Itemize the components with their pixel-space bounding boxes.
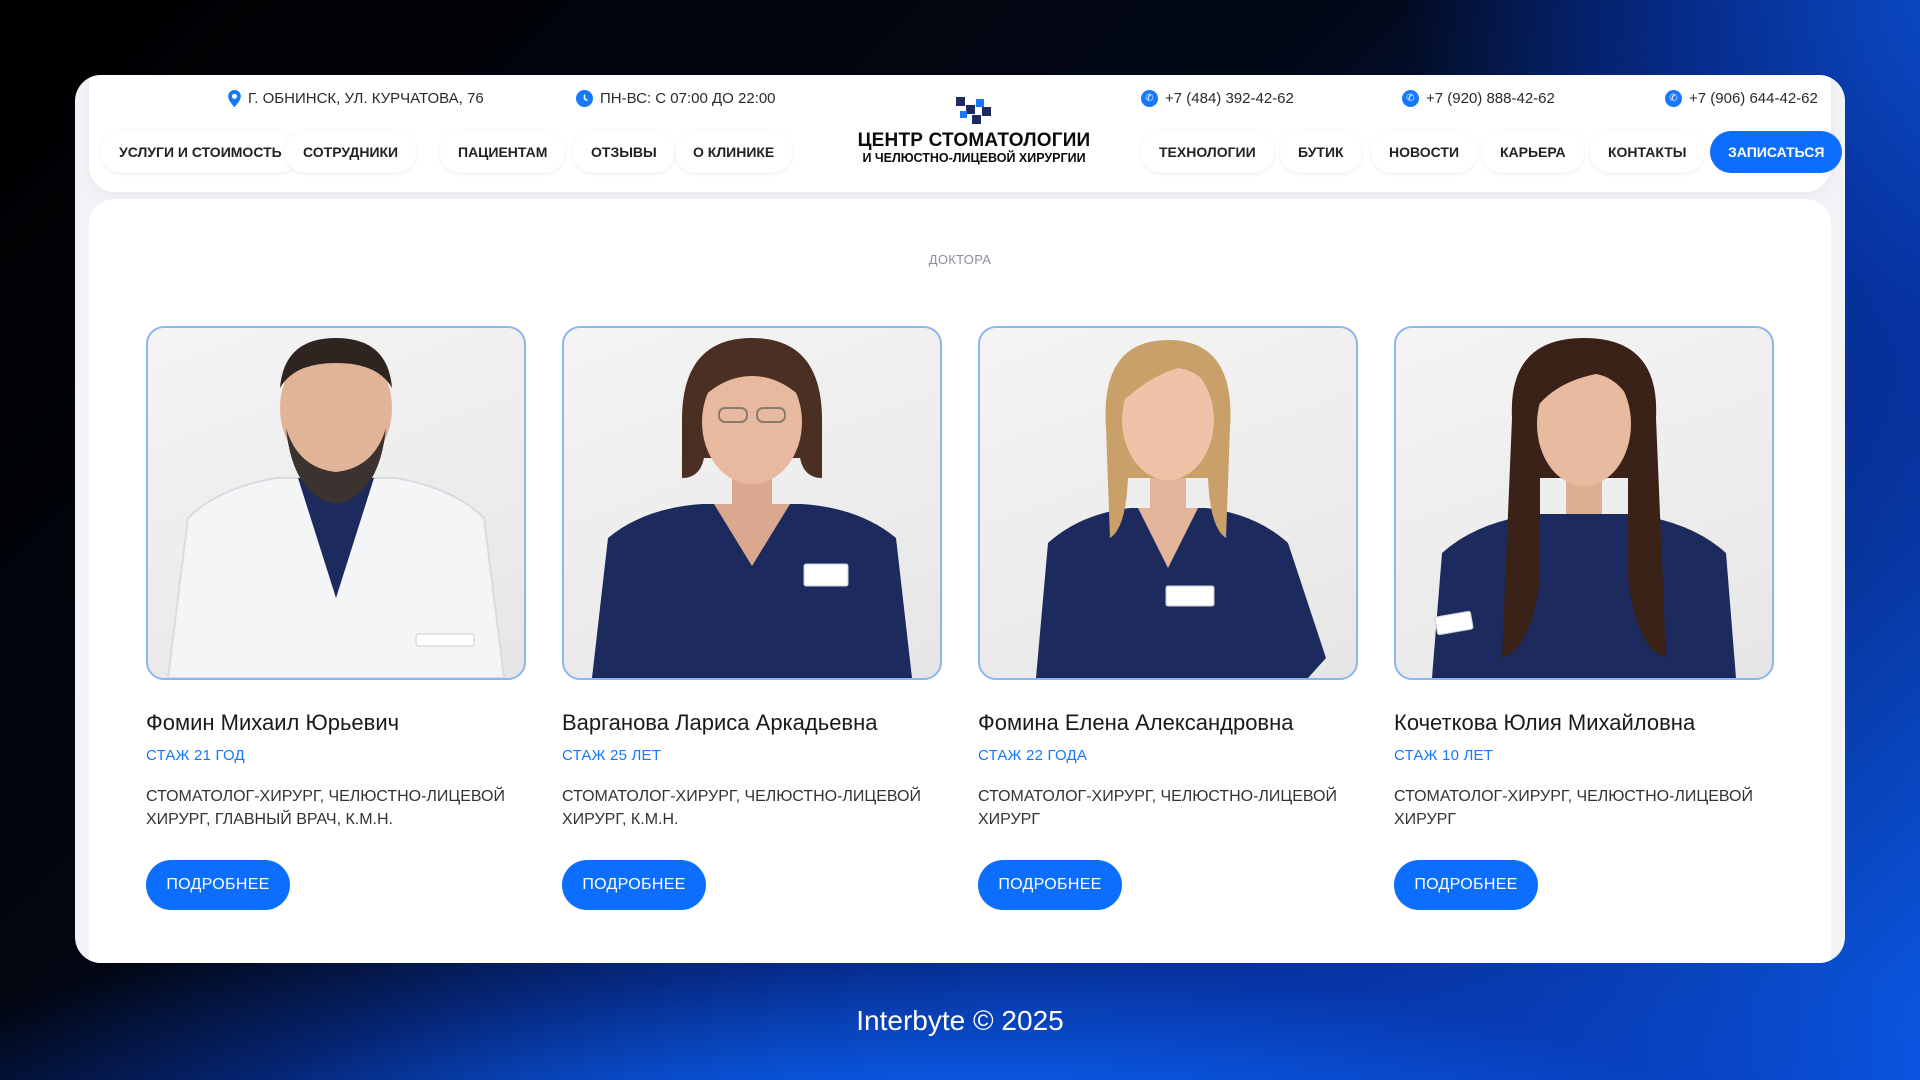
doctor-card: Кочеткова Юлия Михайловна СТАЖ 10 ЛЕТ СТ… [1394, 326, 1774, 910]
details-button[interactable]: ПОДРОБНЕЕ [562, 860, 706, 910]
details-button[interactable]: ПОДРОБНЕЕ [146, 860, 290, 910]
doctor-role: СТОМАТОЛОГ-ХИРУРГ, ЧЕЛЮСТНО-ЛИЦЕВОЙ ХИРУ… [1394, 788, 1753, 828]
details-button[interactable]: ПОДРОБНЕЕ [978, 860, 1122, 910]
section-label: ДОКТОРА [928, 252, 992, 267]
browser-window: Г. ОБНИНСК, УЛ. КУРЧАТОВА, 76 ПН-ВС: С 0… [75, 75, 1845, 963]
footer-copyright: Interbyte © 2025 [856, 1005, 1064, 1036]
phone-link-3[interactable]: ✆ +7 (906) 644-42-62 [1665, 90, 1818, 107]
doctor-photo [978, 326, 1358, 680]
details-button[interactable]: ПОДРОБНЕЕ [1394, 860, 1538, 910]
doctor-portrait-image [166, 338, 506, 678]
hours-text: ПН-ВС: С 07:00 ДО 22:00 [600, 90, 776, 107]
doctors-section: ДОКТОРА Фомин Михаил Юрьевич СТАЖ 21 ГОД… [89, 199, 1831, 963]
doctor-card: Варганова Лариса Аркадьевна СТАЖ 25 ЛЕТ … [562, 326, 942, 910]
phone-text-3: +7 (906) 644-42-62 [1689, 90, 1818, 107]
logo-subtitle: И ЧЕЛЮСТНО-ЛИЦЕВОЙ ХИРУРГИИ [862, 151, 1086, 165]
book-appointment-button[interactable]: ЗАПИСАТЬСЯ [1710, 131, 1843, 173]
doctor-experience: СТАЖ 25 ЛЕТ [562, 747, 662, 764]
address-text: Г. ОБНИНСК, УЛ. КУРЧАТОВА, 76 [248, 90, 484, 107]
nav-contacts[interactable]: КОНТАКТЫ [1590, 131, 1705, 173]
nav-services[interactable]: УСЛУГИ И СТОИМОСТЬ [101, 131, 300, 173]
doctor-portrait-image [592, 338, 912, 678]
nav-staff[interactable]: СОТРУДНИКИ [285, 131, 417, 173]
doctor-role: СТОМАТОЛОГ-ХИРУРГ, ЧЕЛЮСТНО-ЛИЦЕВОЙ ХИРУ… [978, 788, 1337, 828]
doctor-card: Фомина Елена Александровна СТАЖ 22 ГОДА … [978, 326, 1358, 910]
doctor-name: Фомина Елена Александровна [978, 710, 1294, 735]
phone-icon: ✆ [1402, 90, 1419, 107]
doctor-name: Фомин Михаил Юрьевич [146, 710, 400, 735]
phone-link-1[interactable]: ✆ +7 (484) 392-42-62 [1141, 90, 1294, 107]
phone-icon: ✆ [1141, 90, 1158, 107]
doctor-photo [1394, 326, 1774, 680]
nav-about[interactable]: О КЛИНИКЕ [675, 131, 793, 173]
phone-text-2: +7 (920) 888-42-62 [1426, 90, 1555, 107]
doctor-card: Фомин Михаил Юрьевич СТАЖ 21 ГОД СТОМАТО… [146, 326, 526, 910]
logo-title: ЦЕНТР СТОМАТОЛОГИИ [857, 130, 1091, 151]
phone-text-1: +7 (484) 392-42-62 [1165, 90, 1294, 107]
nav-technologies[interactable]: ТЕХНОЛОГИИ [1141, 131, 1274, 173]
doctor-experience: СТАЖ 21 ГОД [146, 747, 245, 764]
doctor-portrait-image [1432, 338, 1736, 678]
doctor-role: СТОМАТОЛОГ-ХИРУРГ, ЧЕЛЮСТНО-ЛИЦЕВОЙ ХИРУ… [146, 788, 505, 828]
doctor-role: СТОМАТОЛОГ-ХИРУРГ, ЧЕЛЮСТНО-ЛИЦЕВОЙ ХИРУ… [562, 788, 921, 828]
location-pin-icon [228, 90, 241, 107]
address-info[interactable]: Г. ОБНИНСК, УЛ. КУРЧАТОВА, 76 [228, 90, 484, 107]
phone-link-2[interactable]: ✆ +7 (920) 888-42-62 [1402, 90, 1555, 107]
phone-icon: ✆ [1665, 90, 1682, 107]
doctor-name: Кочеткова Юлия Михайловна [1394, 710, 1696, 735]
logo-cubes-icon [956, 97, 991, 124]
site-header: Г. ОБНИНСК, УЛ. КУРЧАТОВА, 76 ПН-ВС: С 0… [89, 75, 1843, 192]
nav-news[interactable]: НОВОСТИ [1371, 131, 1478, 173]
doctor-experience: СТАЖ 22 ГОДА [978, 747, 1088, 764]
nav-career[interactable]: КАРЬЕРА [1482, 131, 1584, 173]
nav-patients[interactable]: ПАЦИЕНТАМ [440, 131, 566, 173]
hours-info: ПН-ВС: С 07:00 ДО 22:00 [576, 90, 776, 107]
clock-icon [576, 90, 593, 107]
doctor-photo [562, 326, 942, 680]
doctor-name: Варганова Лариса Аркадьевна [562, 710, 878, 735]
clinic-logo[interactable]: ЦЕНТР СТОМАТОЛОГИИ И ЧЕЛЮСТНО-ЛИЦЕВОЙ ХИ… [849, 93, 1099, 173]
nav-boutique[interactable]: БУТИК [1280, 131, 1362, 173]
doctor-experience: СТАЖ 10 ЛЕТ [1394, 747, 1494, 764]
doctor-portrait-image [1036, 340, 1326, 678]
doctor-photo [146, 326, 526, 680]
nav-reviews[interactable]: ОТЗЫВЫ [573, 131, 675, 173]
